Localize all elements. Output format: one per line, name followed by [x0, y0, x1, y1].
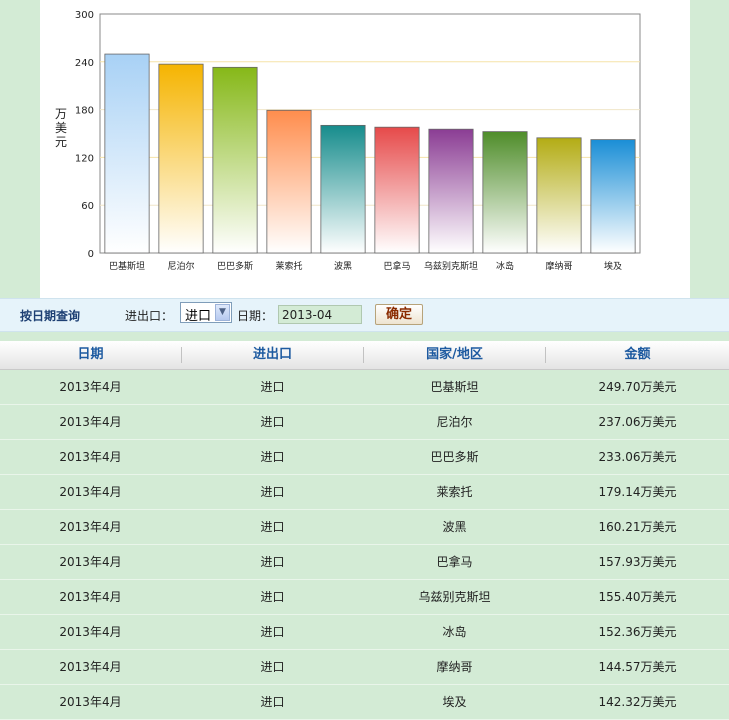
table-row: 2013年4月 进口 巴拿马 157.93万美元 [0, 545, 729, 580]
cell-date: 2013年4月 [59, 625, 122, 639]
cell-country: 摩纳哥 [436, 660, 473, 674]
filter-title: 按日期查询 [20, 309, 81, 323]
bar [590, 139, 636, 254]
cell-country: 尼泊尔 [436, 415, 473, 429]
cell-amount: 179.14万美元 [598, 485, 677, 499]
bar [104, 53, 150, 254]
header-amount: 金额 [624, 347, 651, 362]
bar [212, 66, 258, 254]
cell-date: 2013年4月 [59, 485, 122, 499]
date-label: 日期： [237, 309, 274, 323]
io-label: 进出口： [125, 309, 174, 323]
cell-amount: 144.57万美元 [598, 660, 677, 674]
cell-amount: 233.06万美元 [598, 450, 677, 464]
cell-country: 埃及 [442, 695, 467, 709]
cell-io: 进口 [260, 380, 285, 394]
x-tick-label: 摩纳哥 [545, 260, 572, 272]
cell-amount: 157.93万美元 [598, 555, 677, 569]
x-tick-label: 巴巴多斯 [217, 260, 253, 272]
cell-country: 乌兹别克斯坦 [418, 590, 491, 604]
chart-panel: 0 60 120 180 240 300 巴基斯坦 尼泊尔 巴巴多斯 莱索托 波黑 巴拿马 乌兹别克斯坦… [40, 0, 690, 300]
cell-io: 进口 [260, 485, 285, 499]
y-tick-label: 120 [75, 153, 94, 164]
header-country: 国家/地区 [426, 347, 483, 362]
x-tick-label: 尼泊尔 [167, 260, 194, 272]
table-row: 2013年4月 进口 冰岛 152.36万美元 [0, 615, 729, 650]
header-date: 日期 [77, 347, 104, 362]
cell-date: 2013年4月 [59, 450, 122, 464]
io-select-value: 进口 [185, 309, 212, 324]
cell-amount: 152.36万美元 [598, 625, 677, 639]
x-tick-label: 巴拿马 [383, 260, 410, 272]
submit-button[interactable]: 确定 [375, 304, 423, 325]
cell-date: 2013年4月 [59, 520, 122, 534]
table-row: 2013年4月 进口 巴基斯坦 249.70万美元 [0, 370, 729, 405]
y-tick-label: 240 [75, 58, 94, 69]
table-row: 2013年4月 进口 巴巴多斯 233.06万美元 [0, 440, 729, 475]
cell-amount: 155.40万美元 [598, 590, 677, 604]
cell-country: 莱索托 [436, 485, 473, 499]
chevron-down-icon[interactable]: ▼ [215, 304, 230, 321]
x-tick-label: 莱索托 [275, 260, 302, 272]
cell-io: 进口 [260, 660, 285, 674]
cell-io: 进口 [260, 625, 285, 639]
y-axis-label: 万美元 [55, 107, 67, 149]
bar [536, 137, 582, 254]
io-select[interactable]: 进口 ▼ [180, 302, 232, 324]
x-tick-label: 乌兹别克斯坦 [424, 260, 478, 272]
cell-date: 2013年4月 [59, 695, 122, 709]
bar [158, 63, 204, 254]
cell-date: 2013年4月 [59, 590, 122, 604]
cell-country: 波黑 [442, 520, 467, 534]
cell-country: 巴巴多斯 [430, 450, 479, 464]
cell-io: 进口 [260, 555, 285, 569]
cell-date: 2013年4月 [59, 555, 122, 569]
bar [320, 124, 366, 254]
cell-country: 巴基斯坦 [430, 380, 479, 394]
cell-amount: 237.06万美元 [598, 415, 677, 429]
date-input[interactable]: 2013-04 [278, 305, 362, 324]
cell-io: 进口 [260, 520, 285, 534]
table-row: 2013年4月 进口 尼泊尔 237.06万美元 [0, 405, 729, 440]
header-io: 进出口 [252, 347, 292, 362]
table-row: 2013年4月 进口 波黑 160.21万美元 [0, 510, 729, 545]
y-tick-label: 180 [75, 106, 94, 117]
table-row: 2013年4月 进口 摩纳哥 144.57万美元 [0, 650, 729, 685]
bar [482, 131, 528, 254]
filter-bar: 按日期查询 进出口： 进口 ▼ 日期： 2013-04 确定 [0, 298, 729, 332]
y-tick-label: 60 [81, 201, 94, 212]
x-tick-label: 波黑 [334, 260, 352, 272]
cell-io: 进口 [260, 590, 285, 604]
cell-amount: 142.32万美元 [598, 695, 677, 709]
cell-io: 进口 [260, 695, 285, 709]
cell-date: 2013年4月 [59, 380, 122, 394]
y-tick-label: 300 [75, 10, 94, 21]
table-row: 2013年4月 进口 莱索托 179.14万美元 [0, 475, 729, 510]
x-tick-label: 埃及 [604, 260, 622, 272]
bar [374, 126, 420, 254]
table-row: 2013年4月 进口 乌兹别克斯坦 155.40万美元 [0, 580, 729, 615]
cell-country: 巴拿马 [436, 555, 473, 569]
x-tick-label: 巴基斯坦 [109, 260, 145, 272]
cell-country: 冰岛 [442, 625, 467, 639]
cell-amount: 249.70万美元 [598, 380, 677, 394]
cell-amount: 160.21万美元 [598, 520, 677, 534]
table-header: 日期 进出口 国家/地区 金额 [0, 341, 729, 370]
cell-date: 2013年4月 [59, 415, 122, 429]
x-tick-label: 冰岛 [496, 260, 514, 272]
cell-io: 进口 [260, 450, 285, 464]
cell-io: 进口 [260, 415, 285, 429]
y-tick-label: 0 [88, 249, 94, 260]
cell-date: 2013年4月 [59, 660, 122, 674]
table-row: 2013年4月 进口 埃及 142.32万美元 [0, 685, 729, 720]
bar [428, 128, 474, 254]
bar-chart: 0 60 120 180 240 300 巴基斯坦 尼泊尔 巴巴多斯 莱索托 波黑 巴拿马 乌兹别克斯坦… [55, 10, 641, 272]
bar [266, 109, 312, 254]
